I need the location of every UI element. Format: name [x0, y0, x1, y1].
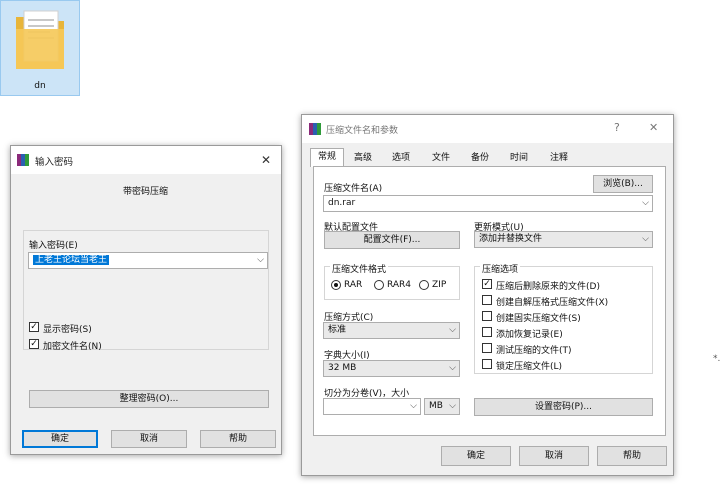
manage-passwords-button[interactable]: 整理密码(O)...: [29, 390, 269, 408]
compression-method-select[interactable]: 标准 ⌵: [323, 322, 460, 339]
sfx-checkbox[interactable]: [482, 295, 492, 305]
recovery-record-checkbox[interactable]: [482, 327, 492, 337]
tab-advanced[interactable]: 高级: [348, 150, 378, 166]
option-label: 创建固实压缩文件(S): [496, 314, 581, 324]
test-files-checkbox[interactable]: [482, 343, 492, 353]
cancel-button[interactable]: 取消: [519, 446, 589, 466]
format-rar-radio[interactable]: [331, 280, 341, 290]
tab-time[interactable]: 时间: [504, 150, 534, 166]
chevron-down-icon[interactable]: ⌵: [410, 399, 417, 414]
chevron-down-icon[interactable]: ⌵: [449, 361, 456, 376]
show-password-label: 显示密码(S): [43, 325, 92, 335]
update-mode-select[interactable]: 添加并替换文件 ⌵: [474, 231, 653, 248]
chevron-down-icon[interactable]: ⌵: [257, 253, 264, 268]
archive-name-input[interactable]: dn.rar ⌵: [323, 195, 653, 212]
option-label: 添加恢复记录(E): [496, 330, 563, 340]
encrypt-names-label: 加密文件名(N): [43, 342, 102, 352]
option-label: 压缩后删除原来的文件(D): [496, 282, 600, 292]
option-label: 锁定压缩文件(L): [496, 362, 563, 372]
archive-dialog-title: 压缩文件名和参数: [326, 126, 399, 136]
encrypt-names-checkbox[interactable]: ✓: [29, 339, 39, 349]
winrar-icon: [17, 154, 29, 166]
format-rar-label: RAR: [344, 280, 363, 290]
password-input[interactable]: 上老王论坛当老王 ⌵: [28, 252, 268, 269]
tab-general[interactable]: 常规: [310, 148, 344, 167]
format-rar4-radio[interactable]: [374, 280, 384, 290]
chevron-down-icon[interactable]: ⌵: [642, 232, 649, 247]
tab-comment[interactable]: 注释: [542, 150, 576, 166]
password-dialog: 输入密码 ✕ 带密码压缩 输入密码(E) 上老王论坛当老王 ⌵ ✓ 显示密码(S…: [10, 145, 282, 455]
format-zip-radio[interactable]: [419, 280, 429, 290]
delete-after-checkbox[interactable]: ✓: [482, 279, 492, 289]
tab-options[interactable]: 选项: [386, 150, 416, 166]
cancel-button[interactable]: 取消: [111, 430, 187, 448]
archive-name-label: 压缩文件名(A): [324, 184, 383, 194]
password-dialog-titlebar: 输入密码 ✕: [11, 146, 281, 174]
update-mode-value: 添加并替换文件: [479, 234, 543, 244]
tab-files[interactable]: 文件: [426, 150, 456, 166]
help-icon[interactable]: ?: [614, 121, 620, 134]
show-password-checkbox[interactable]: ✓: [29, 322, 39, 332]
desktop-folder-dn[interactable]: dn: [0, 0, 80, 96]
archive-name-value: dn.rar: [328, 198, 356, 208]
format-zip-label: ZIP: [432, 280, 447, 290]
split-unit-select[interactable]: MB ⌵: [424, 398, 460, 415]
solid-checkbox[interactable]: [482, 311, 492, 321]
close-icon[interactable]: ✕: [253, 150, 279, 170]
ok-button[interactable]: 确定: [22, 430, 98, 448]
tab-backup[interactable]: 备份: [465, 150, 495, 166]
split-unit-value: MB: [429, 401, 443, 411]
ok-button[interactable]: 确定: [441, 446, 511, 466]
dictionary-size-value: 32 MB: [328, 363, 357, 373]
archive-format-label: 压缩文件格式: [330, 262, 389, 275]
desktop-icon-label: dn: [34, 81, 46, 91]
option-label: 测试压缩的文件(T): [496, 346, 572, 356]
browse-button[interactable]: 浏览(B)...: [593, 175, 653, 193]
split-size-input[interactable]: ⌵: [323, 398, 421, 415]
archive-dialog-titlebar: 压缩文件名和参数 ? ✕: [302, 115, 673, 143]
dictionary-size-select[interactable]: 32 MB ⌵: [323, 360, 460, 377]
stray-text: *.: [713, 354, 721, 364]
password-value: 上老王论坛当老王: [33, 255, 110, 265]
set-password-button[interactable]: 设置密码(P)...: [474, 398, 653, 416]
option-label: 创建自解压格式压缩文件(X): [496, 298, 609, 308]
password-dialog-heading: 带密码压缩: [123, 187, 169, 197]
lock-archive-checkbox[interactable]: [482, 359, 492, 369]
archive-options-label: 压缩选项: [480, 262, 521, 275]
chevron-down-icon[interactable]: ⌵: [642, 196, 649, 211]
compression-method-value: 标准: [328, 325, 347, 335]
format-rar4-label: RAR4: [387, 280, 412, 290]
profiles-button[interactable]: 配置文件(F)...: [324, 231, 460, 249]
help-button[interactable]: 帮助: [597, 446, 667, 466]
password-dialog-title: 输入密码: [35, 157, 74, 168]
folder-icon: [16, 10, 64, 69]
close-icon[interactable]: ✕: [649, 121, 658, 134]
winrar-icon: [309, 123, 321, 135]
chevron-down-icon[interactable]: ⌵: [449, 323, 456, 338]
password-label: 输入密码(E): [29, 241, 78, 251]
help-button[interactable]: 帮助: [200, 430, 276, 448]
chevron-down-icon[interactable]: ⌵: [449, 399, 456, 414]
